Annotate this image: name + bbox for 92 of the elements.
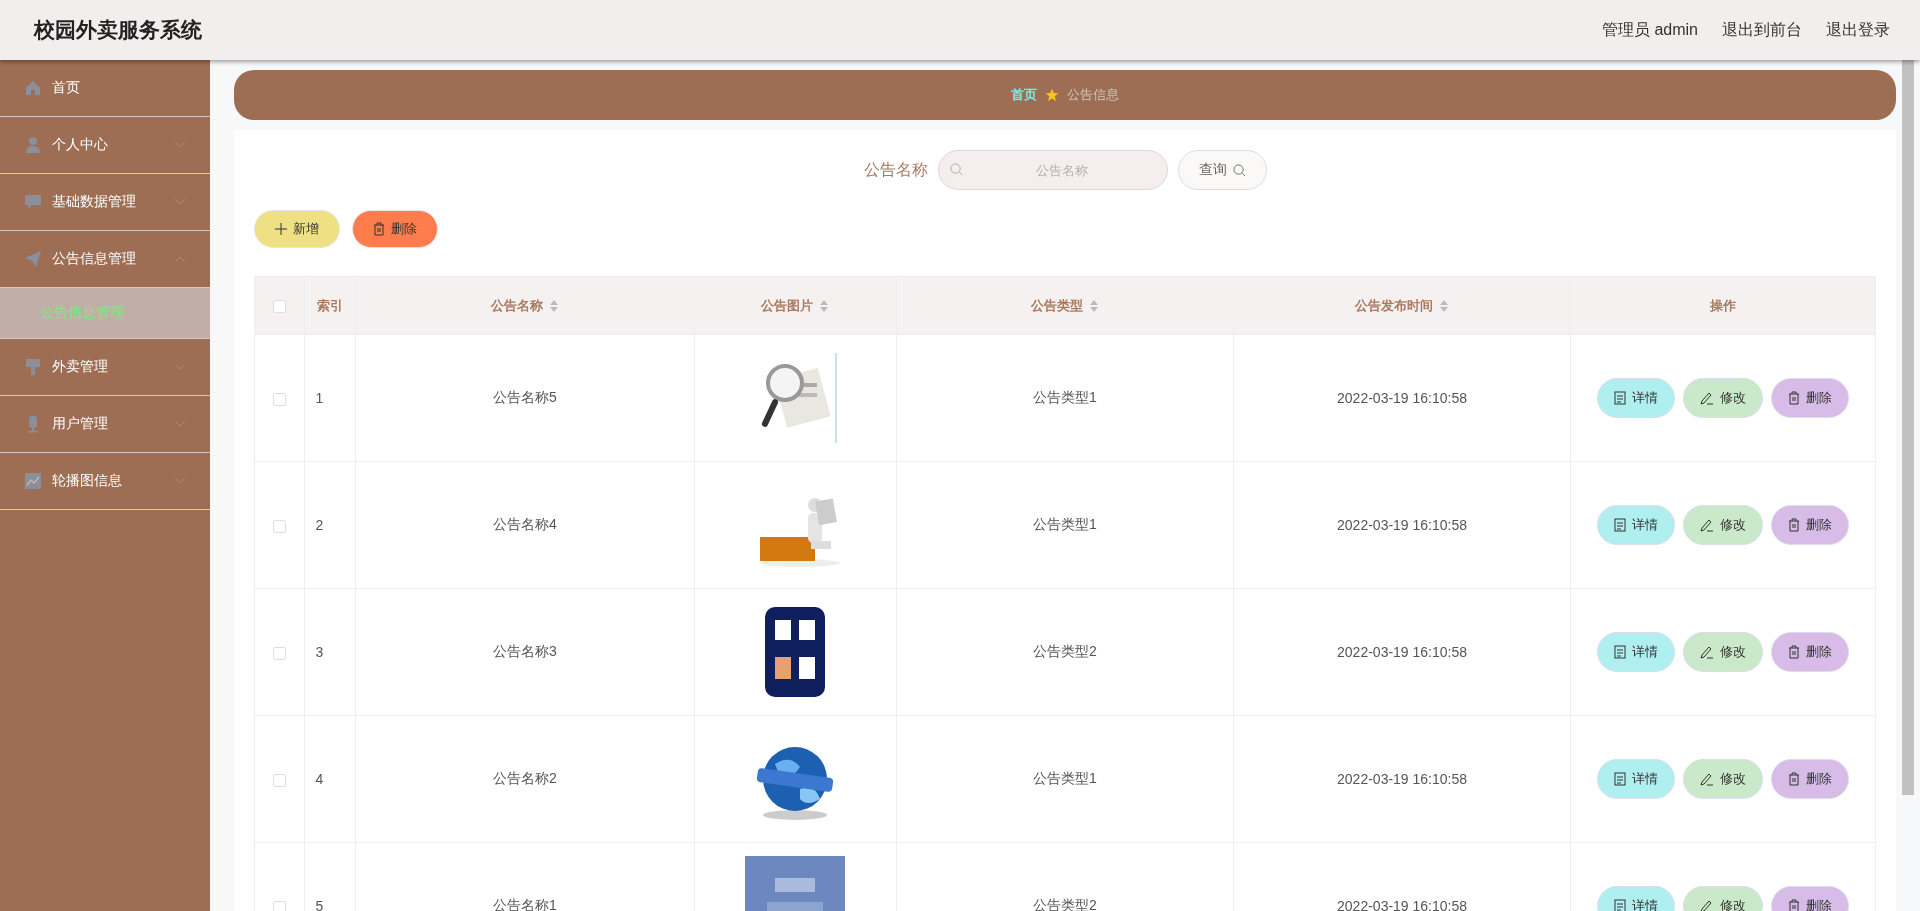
row-checkbox[interactable] (273, 646, 287, 660)
edit-button[interactable]: 修改 (1683, 505, 1764, 545)
table-cell: 4 (315, 771, 324, 787)
home-icon (24, 79, 42, 97)
select-all-checkbox[interactable] (273, 300, 287, 314)
details-button[interactable]: 详情 (1597, 632, 1676, 672)
pencil-icon (1700, 645, 1715, 659)
document-icon (1614, 772, 1627, 786)
trash-icon (1788, 772, 1801, 786)
row-checkbox[interactable] (273, 519, 287, 533)
brush-icon (24, 358, 42, 376)
column-header: 操作 (1710, 297, 1737, 313)
delete-button[interactable]: 删除 (1771, 632, 1850, 672)
delete-button[interactable]: 删除 (352, 210, 438, 248)
table-cell: 2 (315, 517, 324, 533)
plus-icon (275, 223, 287, 235)
search-field[interactable]: 公告名称 (937, 150, 1168, 190)
table-cell: 公告名称2 (493, 770, 557, 786)
star-icon (1045, 88, 1059, 102)
chevron-down-icon (174, 420, 186, 428)
chevron-up-icon (174, 255, 186, 263)
pencil-icon (1700, 518, 1715, 532)
plane-icon (24, 250, 42, 268)
table-cell: 公告类型1 (1033, 389, 1097, 405)
table-cell: 2022-03-19 16:10:58 (1337, 898, 1468, 911)
chevron-down-icon (174, 198, 186, 206)
sort-icon[interactable] (1088, 299, 1099, 314)
person-icon (24, 136, 42, 154)
table-cell: 2022-03-19 16:10:58 (1337, 517, 1468, 533)
document-icon (1614, 899, 1627, 911)
add-button[interactable]: 新增 (254, 210, 340, 248)
table-cell: 公告名称5 (493, 389, 557, 405)
document-icon (1614, 518, 1627, 532)
sidebar-item[interactable]: 外卖管理 (0, 339, 210, 396)
sort-icon[interactable] (548, 299, 559, 314)
pencil-icon (1700, 772, 1715, 786)
delete-button[interactable]: 删除 (1771, 378, 1850, 418)
trash-icon (1788, 645, 1801, 659)
header-link[interactable]: 退出登录 (1826, 19, 1890, 41)
delete-button[interactable]: 删除 (1771, 886, 1850, 911)
chart-icon (24, 472, 42, 490)
sidebar-item[interactable]: 轮播图信息 (0, 453, 210, 510)
table-cell: 3 (315, 644, 324, 660)
table-cell: 公告类型2 (1033, 643, 1097, 659)
app-title: 校园外卖服务系统 (34, 17, 202, 43)
row-checkbox[interactable] (273, 773, 287, 787)
table-cell: 2022-03-19 16:10:58 (1337, 644, 1468, 660)
sort-icon[interactable] (819, 299, 830, 314)
delete-button[interactable]: 删除 (1771, 505, 1850, 545)
edit-button[interactable]: 修改 (1683, 378, 1764, 418)
trash-icon (1788, 391, 1801, 405)
scrollbar[interactable] (1902, 60, 1914, 795)
search-icon (1232, 163, 1246, 177)
edit-button[interactable]: 修改 (1683, 632, 1764, 672)
chevron-down-icon (174, 141, 186, 149)
table-cell: 公告名称3 (493, 643, 557, 659)
table-cell: 2022-03-19 16:10:58 (1337, 390, 1468, 406)
table-cell: 2022-03-19 16:10:58 (1337, 771, 1468, 787)
column-header: 索引 (317, 297, 344, 313)
search-icon (949, 163, 963, 176)
trash-icon (373, 222, 385, 236)
details-button[interactable]: 详情 (1597, 886, 1676, 911)
sidebar-item[interactable]: 用户管理 (0, 396, 210, 453)
sidebar-item[interactable]: 个人中心 (0, 117, 210, 174)
table-cell: 5 (315, 898, 324, 911)
table-cell: 公告类型1 (1033, 516, 1097, 532)
sidebar-item[interactable]: 首页 (0, 60, 210, 117)
table-cell: 公告名称4 (493, 516, 557, 532)
user-label: 管理员 admin (1601, 19, 1698, 40)
row-checkbox[interactable] (273, 900, 287, 911)
edit-button[interactable]: 修改 (1683, 759, 1764, 799)
pencil-icon (1700, 391, 1715, 405)
details-button[interactable]: 详情 (1597, 505, 1676, 545)
search-button[interactable]: 查询 (1177, 150, 1267, 190)
sort-icon[interactable] (1439, 299, 1450, 314)
header-link[interactable]: 退出到前台 (1722, 19, 1802, 41)
chevron-down-icon (174, 363, 186, 371)
document-icon (1614, 645, 1627, 659)
delete-button[interactable]: 删除 (1771, 759, 1850, 799)
details-button[interactable]: 详情 (1597, 378, 1676, 418)
row-checkbox[interactable] (273, 392, 287, 406)
sidebar-item[interactable]: 基础数据管理 (0, 174, 210, 231)
trash-icon (1788, 518, 1801, 532)
breadcrumb-current: 公告信息 (1067, 86, 1119, 104)
document-icon (1614, 391, 1627, 405)
chevron-down-icon (174, 477, 186, 485)
table-cell: 公告类型1 (1033, 770, 1097, 786)
details-button[interactable]: 详情 (1597, 759, 1676, 799)
table-cell: 1 (315, 390, 324, 406)
chat-icon (24, 193, 42, 211)
trash-icon (1788, 899, 1801, 911)
search-label: 公告名称 (863, 159, 928, 180)
